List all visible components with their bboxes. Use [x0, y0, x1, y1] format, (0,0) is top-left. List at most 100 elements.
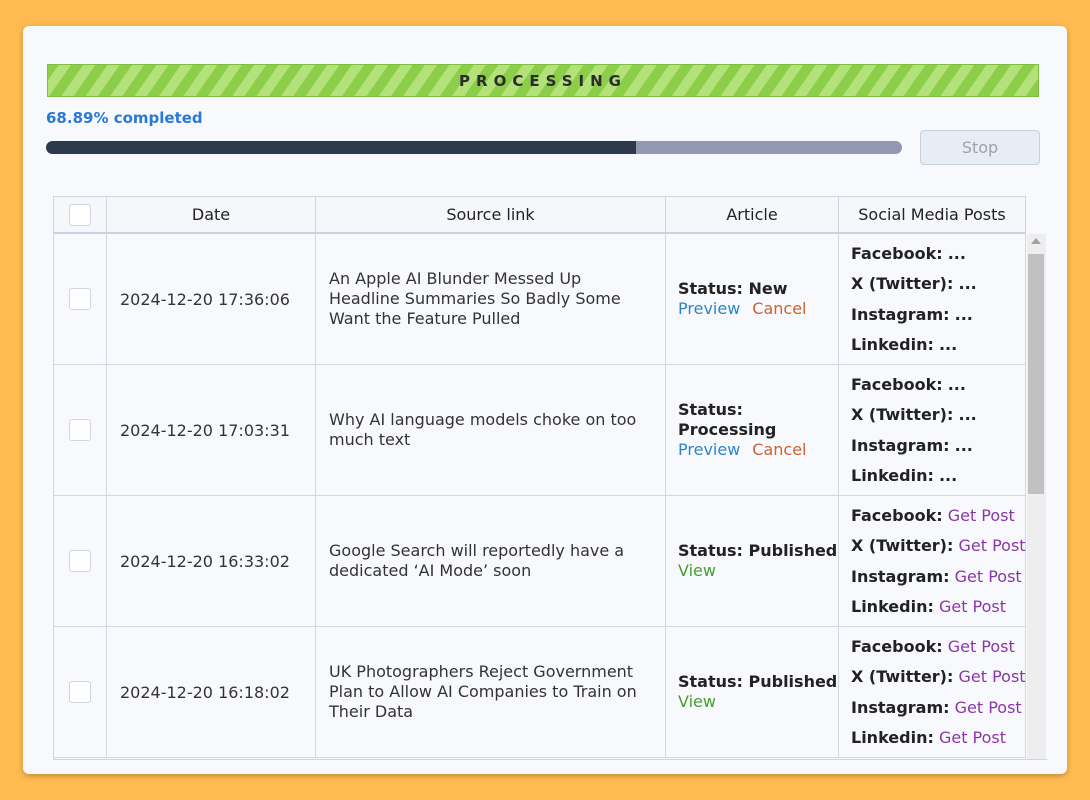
- social-instagram-value: ...: [954, 435, 973, 455]
- progress-bar: [46, 141, 902, 154]
- row-article-cell: Status: Published View: [666, 496, 839, 626]
- article-status: Status: New: [678, 279, 788, 298]
- row-select-cell: [54, 365, 107, 495]
- get-post-instagram-link[interactable]: Get Post: [955, 698, 1022, 717]
- social-linkedin-label: Linkedin:: [851, 597, 934, 617]
- article-status: Status: Published: [678, 672, 838, 691]
- row-social-cell: Facebook: ... X (Twitter): ... Instagram: …: [839, 365, 1026, 495]
- social-facebook-line: Facebook: Get Post: [851, 506, 1015, 525]
- row-checkbox[interactable]: [69, 550, 91, 572]
- table-row: 2024-12-20 16:33:02 Google Search will re…: [54, 496, 1026, 627]
- social-instagram-label: Instagram:: [851, 435, 950, 455]
- processing-label: PROCESSING: [459, 71, 627, 90]
- header-social-media-posts[interactable]: Social Media Posts: [839, 197, 1026, 232]
- scroll-up-arrow-icon[interactable]: [1031, 238, 1041, 244]
- row-article-cell: Status: Published View: [666, 627, 839, 757]
- article-actions: View: [678, 692, 716, 712]
- header-date[interactable]: Date: [107, 197, 316, 232]
- social-facebook-line: Facebook: ...: [851, 244, 966, 263]
- table-body: 2024-12-20 17:36:06 An Apple AI Blunder M…: [54, 234, 1026, 758]
- social-twitter-label: X (Twitter):: [851, 536, 954, 556]
- row-social-cell: Facebook: ... X (Twitter): ... Instagram: …: [839, 234, 1026, 364]
- scrollbar-thumb[interactable]: [1028, 254, 1044, 494]
- social-twitter-value: ...: [958, 405, 977, 425]
- row-date: 2024-12-20 17:03:31: [107, 365, 316, 495]
- get-post-linkedin-link[interactable]: Get Post: [939, 728, 1006, 747]
- social-instagram-line: Instagram: ...: [851, 305, 973, 324]
- social-linkedin-line: Linkedin: ...: [851, 466, 957, 485]
- article-actions: View: [678, 561, 716, 581]
- row-select-cell: [54, 496, 107, 626]
- social-facebook-value: ...: [947, 374, 966, 394]
- social-facebook-label: Facebook:: [851, 374, 943, 394]
- social-linkedin-line: Linkedin: Get Post: [851, 597, 1006, 616]
- social-facebook-label: Facebook:: [851, 636, 943, 656]
- social-instagram-line: Instagram: Get Post: [851, 698, 1022, 717]
- row-checkbox[interactable]: [69, 288, 91, 310]
- social-facebook-label: Facebook:: [851, 505, 943, 525]
- social-linkedin-line: Linkedin: ...: [851, 335, 957, 354]
- article-actions: Preview Cancel: [678, 299, 806, 319]
- social-instagram-label: Instagram:: [851, 304, 950, 324]
- social-linkedin-value: ...: [938, 335, 958, 355]
- social-twitter-label: X (Twitter):: [851, 274, 954, 294]
- view-link[interactable]: View: [678, 561, 716, 581]
- row-date: 2024-12-20 16:18:02: [107, 627, 316, 757]
- row-source-link[interactable]: An Apple AI Blunder Messed Up Headline S…: [316, 234, 666, 364]
- table-row: 2024-12-20 16:18:02 UK Photographers Reje…: [54, 627, 1026, 758]
- cancel-link[interactable]: Cancel: [752, 299, 806, 319]
- social-linkedin-line: Linkedin: Get Post: [851, 728, 1006, 747]
- row-social-cell: Facebook: Get Post X (Twitter): Get Post I…: [839, 627, 1026, 757]
- table-row: 2024-12-20 17:03:31 Why AI language model…: [54, 365, 1026, 496]
- row-source-link[interactable]: Google Search will reportedly have a ded…: [316, 496, 666, 626]
- row-checkbox[interactable]: [69, 681, 91, 703]
- preview-link[interactable]: Preview: [678, 440, 740, 460]
- processing-banner: PROCESSING: [47, 64, 1039, 97]
- view-link[interactable]: View: [678, 692, 716, 712]
- social-twitter-line: X (Twitter): Get Post: [851, 536, 1026, 555]
- select-all-checkbox[interactable]: [69, 203, 91, 226]
- stop-button[interactable]: Stop: [920, 130, 1040, 165]
- social-instagram-line: Instagram: ...: [851, 436, 973, 455]
- preview-link[interactable]: Preview: [678, 299, 740, 319]
- get-post-twitter-link[interactable]: Get Post: [958, 536, 1025, 555]
- header-article[interactable]: Article: [666, 197, 839, 232]
- get-post-linkedin-link[interactable]: Get Post: [939, 597, 1006, 616]
- row-source-link[interactable]: UK Photographers Reject Government Plan …: [316, 627, 666, 757]
- social-twitter-label: X (Twitter):: [851, 405, 954, 425]
- row-checkbox[interactable]: [69, 419, 91, 441]
- progress-percent-text: 68.89% completed: [46, 109, 203, 127]
- get-post-twitter-link[interactable]: Get Post: [958, 667, 1025, 686]
- cancel-link[interactable]: Cancel: [752, 440, 806, 460]
- row-date: 2024-12-20 17:36:06: [107, 234, 316, 364]
- social-instagram-line: Instagram: Get Post: [851, 567, 1022, 586]
- row-source-link[interactable]: Why AI language models choke on too much…: [316, 365, 666, 495]
- progress-bar-fill: [46, 141, 636, 154]
- processing-card: PROCESSING 68.89% completed Stop Date So…: [23, 26, 1067, 774]
- header-select-cell: [54, 197, 107, 232]
- table-header: Date Source link Article Social Media Po…: [54, 196, 1026, 234]
- get-post-facebook-link[interactable]: Get Post: [948, 506, 1015, 525]
- article-status: Status: Processing: [678, 400, 777, 439]
- social-linkedin-label: Linkedin:: [851, 335, 934, 355]
- social-twitter-line: X (Twitter): ...: [851, 274, 977, 293]
- row-social-cell: Facebook: Get Post X (Twitter): Get Post I…: [839, 496, 1026, 626]
- row-article-cell: Status: New Preview Cancel: [666, 234, 839, 364]
- get-post-facebook-link[interactable]: Get Post: [948, 637, 1015, 656]
- social-twitter-line: X (Twitter): ...: [851, 405, 977, 424]
- article-status: Status: Published: [678, 541, 838, 560]
- get-post-instagram-link[interactable]: Get Post: [955, 567, 1022, 586]
- header-source-link[interactable]: Source link: [316, 197, 666, 232]
- social-linkedin-label: Linkedin:: [851, 466, 934, 486]
- social-linkedin-value: ...: [938, 466, 958, 486]
- vertical-scrollbar[interactable]: [1027, 234, 1046, 759]
- row-article-cell: Status: Processing Preview Cancel: [666, 365, 839, 495]
- social-facebook-line: Facebook: Get Post: [851, 637, 1015, 656]
- row-select-cell: [54, 627, 107, 757]
- article-actions: Preview Cancel: [678, 440, 806, 460]
- social-facebook-line: Facebook: ...: [851, 375, 966, 394]
- social-facebook-label: Facebook:: [851, 243, 943, 263]
- social-instagram-label: Instagram:: [851, 566, 950, 586]
- table-row: 2024-12-20 17:36:06 An Apple AI Blunder M…: [54, 234, 1026, 365]
- social-twitter-label: X (Twitter):: [851, 667, 954, 687]
